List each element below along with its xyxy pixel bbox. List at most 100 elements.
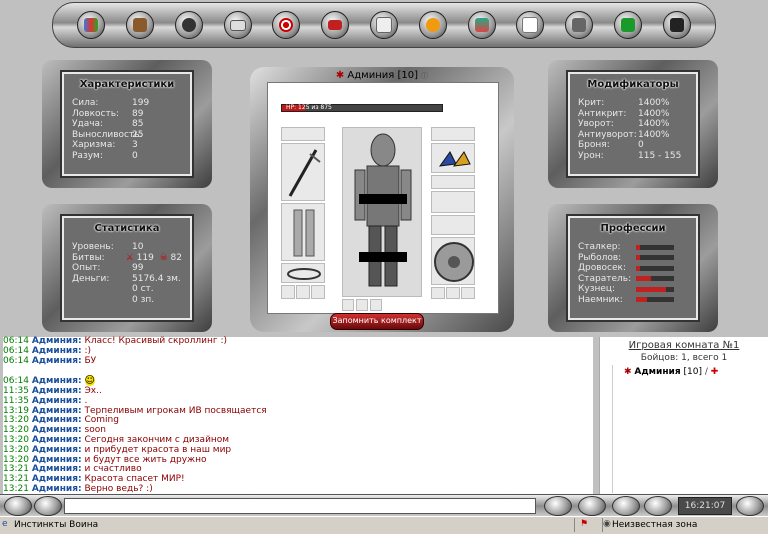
panel-row: Антиуворот: 1400%: [578, 129, 670, 140]
slot-necklace[interactable]: [431, 127, 475, 141]
nav-mail-button[interactable]: [223, 11, 252, 39]
chat-author[interactable]: Админия:: [32, 415, 82, 425]
private-icon[interactable]: /: [705, 367, 708, 377]
skull-icon: ☠: [159, 252, 168, 263]
stat-level: Уровень: 10: [72, 242, 144, 252]
slot-weapon[interactable]: [281, 143, 325, 201]
chat-author[interactable]: Админия:: [32, 356, 82, 366]
chat-author[interactable]: Админия:: [32, 406, 82, 416]
slot-ring-2[interactable]: [296, 285, 310, 299]
chat-author[interactable]: Админия:: [32, 484, 82, 494]
nav-flag-button[interactable]: [321, 11, 350, 39]
characteristics-panel: Характеристики Сила: 199 Ловкость: 89 Удача:…: [42, 60, 212, 188]
slot-gloves[interactable]: [431, 143, 475, 173]
nav-money-button[interactable]: [613, 11, 642, 39]
slot-ring-3[interactable]: [311, 285, 325, 299]
chat-log: 06:14 Админия: Класс! Красивый скроллинг…: [3, 336, 593, 495]
stat-battles: Битвы: ⚔ 119 ☠ 82: [72, 252, 182, 263]
stat-exp: Опыт: 99: [72, 263, 144, 273]
chat-message: 06:14 Админия: БУ: [3, 355, 97, 366]
character-figure[interactable]: [342, 127, 422, 297]
nav-settings-button[interactable]: [174, 11, 203, 39]
slot-legs[interactable]: [281, 203, 325, 261]
chat-author[interactable]: Админия:: [32, 474, 82, 484]
map-icon: [84, 18, 99, 32]
menu-button[interactable]: [736, 496, 764, 516]
slot-amulet[interactable]: [281, 127, 325, 141]
modifiers-panel: Модификаторы Крит: 1400% Антикрит: 1400% Уво…: [548, 60, 718, 188]
panel-row: Броня: 0: [578, 140, 644, 150]
room-user-level: [10]: [683, 367, 702, 377]
room-user-entry[interactable]: ✱ Админия [10] / ✚: [624, 367, 718, 377]
slot-ring-1[interactable]: [281, 285, 295, 299]
profession-progress-bar: [636, 297, 674, 303]
panel-row: Харизма: 3: [72, 140, 138, 150]
profession-progress-bar: [636, 255, 674, 261]
nav-map-button[interactable]: [77, 11, 106, 39]
chat-author[interactable]: Админия:: [32, 455, 82, 465]
slot-ring-4[interactable]: [431, 287, 445, 299]
stat-money-silver: 0 ст.: [132, 284, 154, 294]
greaves-icon: [293, 209, 315, 257]
belt-icon: [287, 268, 321, 280]
chat-author[interactable]: Админия:: [32, 425, 82, 435]
room-title[interactable]: Игровая комната №1: [600, 340, 768, 351]
nav-star-button[interactable]: [418, 11, 447, 39]
nav-exit-button[interactable]: [662, 11, 691, 39]
chat-author[interactable]: Админия:: [32, 376, 82, 386]
clan-icon: ✱: [624, 367, 632, 377]
info-icon[interactable]: ⓘ: [421, 72, 428, 80]
profession-progress-bar: [636, 286, 674, 292]
exit-icon: [669, 18, 684, 32]
check-icon: [572, 18, 587, 32]
profession-progress-bar: [636, 265, 674, 271]
gloves-icon: [438, 151, 471, 167]
chat-filter-button[interactable]: [4, 496, 32, 516]
nav-backpack-button[interactable]: [126, 11, 155, 39]
save-kit-button[interactable]: Запомнить комплект: [330, 313, 424, 330]
slot-bottom-3[interactable]: [370, 299, 382, 311]
chat-clear-button[interactable]: [34, 496, 62, 516]
sword-icon: [288, 149, 321, 197]
professions-panel: Профессии Сталкер: Рыболов: Дровосек: Стара…: [548, 204, 718, 332]
chat-author[interactable]: Админия:: [32, 336, 82, 346]
nav-scroll-button[interactable]: [516, 11, 545, 39]
gear-icon: [181, 18, 196, 32]
panel-row: Уворот: 1400%: [578, 119, 670, 129]
chat-author[interactable]: Админия:: [32, 386, 82, 396]
slot-ring-6[interactable]: [461, 287, 475, 299]
status-right-text: Неизвестная зона: [612, 520, 698, 530]
refresh-button[interactable]: [644, 496, 672, 516]
stats-panel: Статистика Уровень: 10 Битвы: ⚔ 119 ☠ 82 …: [42, 204, 212, 332]
chat-input[interactable]: [64, 498, 536, 514]
room-scrollbar[interactable]: [600, 365, 613, 493]
chat-author[interactable]: Админия:: [32, 435, 82, 445]
slot-bottom-2[interactable]: [356, 299, 368, 311]
smiles-button[interactable]: [544, 496, 572, 516]
slot-armor[interactable]: [431, 191, 475, 213]
attack-icon[interactable]: ✚: [711, 367, 719, 377]
slot-ring-5[interactable]: [446, 287, 460, 299]
send-button[interactable]: [612, 496, 640, 516]
sword-icon: ⚔: [125, 252, 134, 263]
slot-bottom-1[interactable]: [342, 299, 354, 311]
stat-money: Деньги: 5176.4 зм.: [72, 273, 181, 284]
nav-info-button[interactable]: [369, 11, 398, 39]
chat-author[interactable]: Админия:: [32, 346, 82, 356]
nav-check-button[interactable]: [565, 11, 594, 39]
slot-boots[interactable]: [431, 215, 475, 235]
nav-book-button[interactable]: [467, 11, 496, 39]
slot-belt[interactable]: [281, 263, 325, 283]
flag-icon: [328, 20, 343, 30]
nav-target-button[interactable]: [272, 11, 301, 39]
room-user-name: Админия: [634, 367, 681, 377]
slot-bracers[interactable]: [431, 175, 475, 189]
panel-row: Антикрит: 1400%: [578, 108, 670, 119]
profession-row: Сталкер:: [578, 242, 688, 253]
chat-author[interactable]: Админия:: [32, 396, 82, 406]
slot-shield[interactable]: [431, 237, 475, 285]
translit-button[interactable]: [578, 496, 606, 516]
knight-figure-icon: [354, 133, 412, 287]
chat-author[interactable]: Админия:: [32, 445, 82, 455]
chat-author[interactable]: Админия:: [32, 464, 82, 474]
